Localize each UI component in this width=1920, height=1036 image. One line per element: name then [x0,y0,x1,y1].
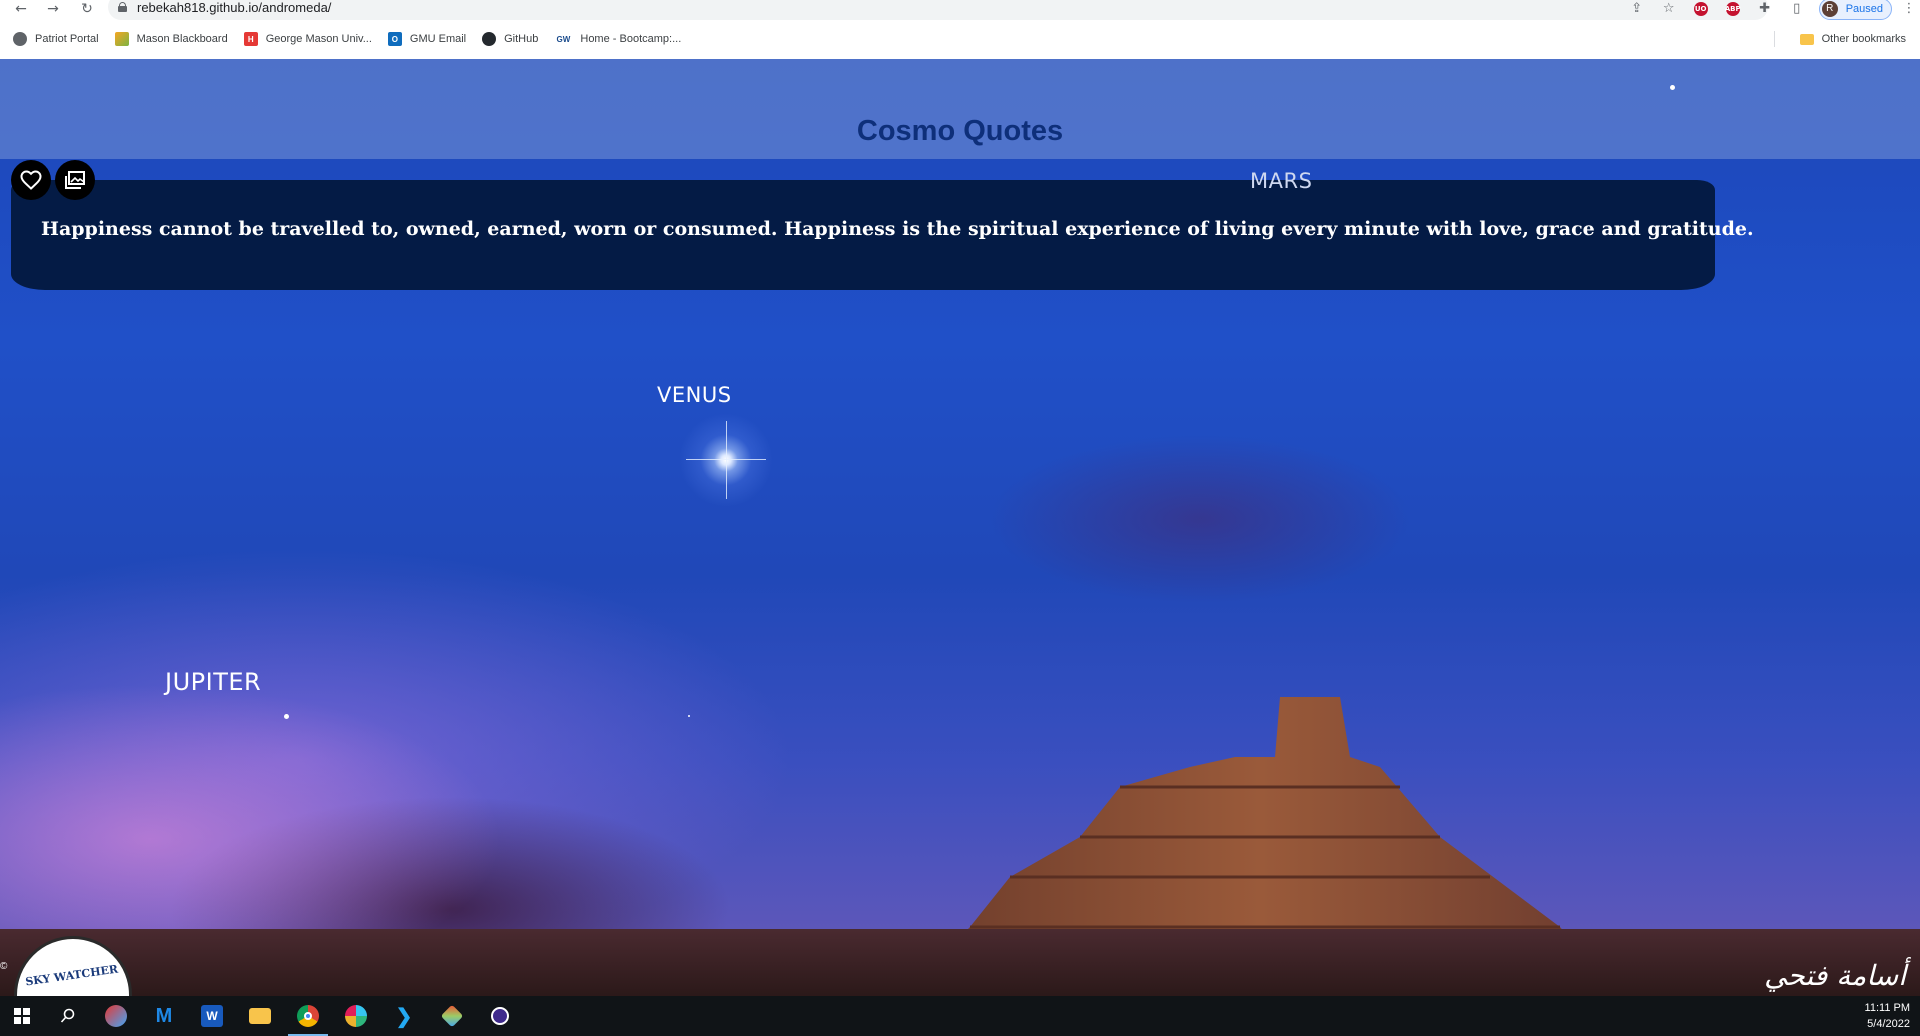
clock-time: 11:11 PM [1864,1002,1910,1014]
bookmarks-bar: Patriot Portal Mason Blackboard H George… [0,29,1920,49]
paint-icon [105,1005,127,1027]
back-button[interactable]: ← [10,0,32,17]
gallery-button[interactable] [55,160,95,200]
taskbar-app-chrome[interactable] [284,996,332,1036]
profile-avatar: R [1821,0,1838,17]
taskbar-app-file-explorer[interactable] [236,996,284,1036]
taskbar-app-malwarebytes[interactable]: M [140,996,188,1036]
bookmark-george-mason[interactable]: H George Mason Univ... [243,32,372,46]
bookmark-label: GitHub [504,33,539,45]
bookmarks-divider [1774,31,1775,47]
bookmark-gmu-email[interactable]: O GMU Email [387,32,467,46]
vscode-icon: ❯ [395,1005,413,1028]
bookmark-github[interactable]: GitHub [482,32,538,46]
other-bookmarks[interactable]: Other bookmarks [1799,29,1906,49]
other-bookmarks-label: Other bookmarks [1821,33,1906,45]
page-title: Cosmo Quotes [856,115,1064,147]
jupiter-label: JUPITER [165,668,262,696]
windows-icon [14,1008,30,1024]
star [1670,85,1675,90]
search-icon [60,1008,75,1023]
address-bar[interactable]: rebekah818.github.io/andromeda/ [108,0,1768,20]
blackboard-icon [114,32,129,46]
share-icon[interactable]: ⇪ [1621,0,1653,17]
bookmark-star-icon[interactable]: ☆ [1653,0,1685,17]
slack-icon [345,1005,367,1027]
extensions-puzzle-icon[interactable]: ✚ [1749,0,1781,17]
venus-spike [726,421,727,499]
outlook-icon: O [387,32,402,46]
ublock-extension-icon[interactable]: UO [1685,0,1717,17]
adblock-extension-icon[interactable]: ABP [1717,0,1749,17]
git-icon [440,1004,464,1028]
gmu-icon: H [243,32,258,46]
url-text: rebekah818.github.io/andromeda/ [137,0,332,15]
page-viewport: Cosmo Quotes Happiness cannot be travell… [0,59,1920,996]
windows-taskbar: M W ❯ 11:11 PM 5/4/2022 [0,996,1920,1036]
forward-button[interactable]: → [42,0,64,17]
favorite-button[interactable] [11,160,51,200]
github-icon [482,32,497,46]
bookmark-patriot-portal[interactable]: Patriot Portal [13,32,99,46]
bookmark-label: GMU Email [409,33,467,45]
lock-icon [118,2,127,12]
star [688,715,690,717]
globe-icon [13,32,27,46]
bookmark-label: Mason Blackboard [136,33,228,45]
folder-icon [249,1008,271,1024]
taskbar-app-vscode[interactable]: ❯ [380,996,428,1036]
logo-text: SKY WATCHER [24,962,119,989]
taskbar-app-slack[interactable] [332,996,380,1036]
folder-icon [1799,33,1814,45]
bookmark-label: George Mason Univ... [265,33,372,45]
bookmark-bootcamp[interactable]: GW Home - Bootcamp:... [554,32,681,46]
bookmark-label: Patriot Portal [35,33,99,45]
profile-button[interactable]: R Paused [1818,0,1892,20]
malwarebytes-icon: M [155,1004,173,1027]
taskbar-app-git[interactable] [428,996,476,1036]
bookmark-label: Home - Bootcamp:... [580,33,682,45]
menu-kebab-icon[interactable]: ⋮ [1898,0,1920,17]
system-clock[interactable]: 11:11 PM 5/4/2022 [1865,1000,1910,1032]
word-icon: W [201,1005,223,1027]
gw-icon: GW [556,34,571,44]
desert-ground [0,929,1920,996]
start-button[interactable] [0,996,44,1036]
copyright-text: © [0,961,8,972]
bookmark-mason-blackboard[interactable]: Mason Blackboard [114,32,228,46]
browser-actions: ⇪ ☆ UO ABP ✚ ▯ R Paused ⋮ [1621,0,1920,20]
reload-button[interactable]: ↻ [76,0,98,17]
gallery-icon [65,171,85,189]
mars-label: MARS [1250,169,1313,193]
taskbar-app-word[interactable]: W [188,996,236,1036]
photographer-signature: أسامة فتحي [1764,959,1906,992]
browser-toolbar: ← → ↻ rebekah818.github.io/andromeda/ ⇪ … [0,0,1920,20]
taskbar-app-paint[interactable] [92,996,140,1036]
star [284,714,289,719]
chrome-icon [297,1005,319,1027]
browser-chrome: ← → ↻ rebekah818.github.io/andromeda/ ⇪ … [0,0,1920,59]
clock-date: 5/4/2022 [1867,1018,1910,1030]
side-panel-icon[interactable]: ▯ [1781,0,1813,17]
search-button[interactable] [44,996,92,1036]
quote-card: Happiness cannot be travelled to, owned,… [11,180,1754,290]
quote-text: Happiness cannot be travelled to, owned,… [41,218,1754,240]
taskbar-app-eclipse[interactable] [476,996,524,1036]
heart-icon [20,170,42,190]
eclipse-icon [491,1007,509,1025]
profile-status: Paused [1845,2,1883,15]
